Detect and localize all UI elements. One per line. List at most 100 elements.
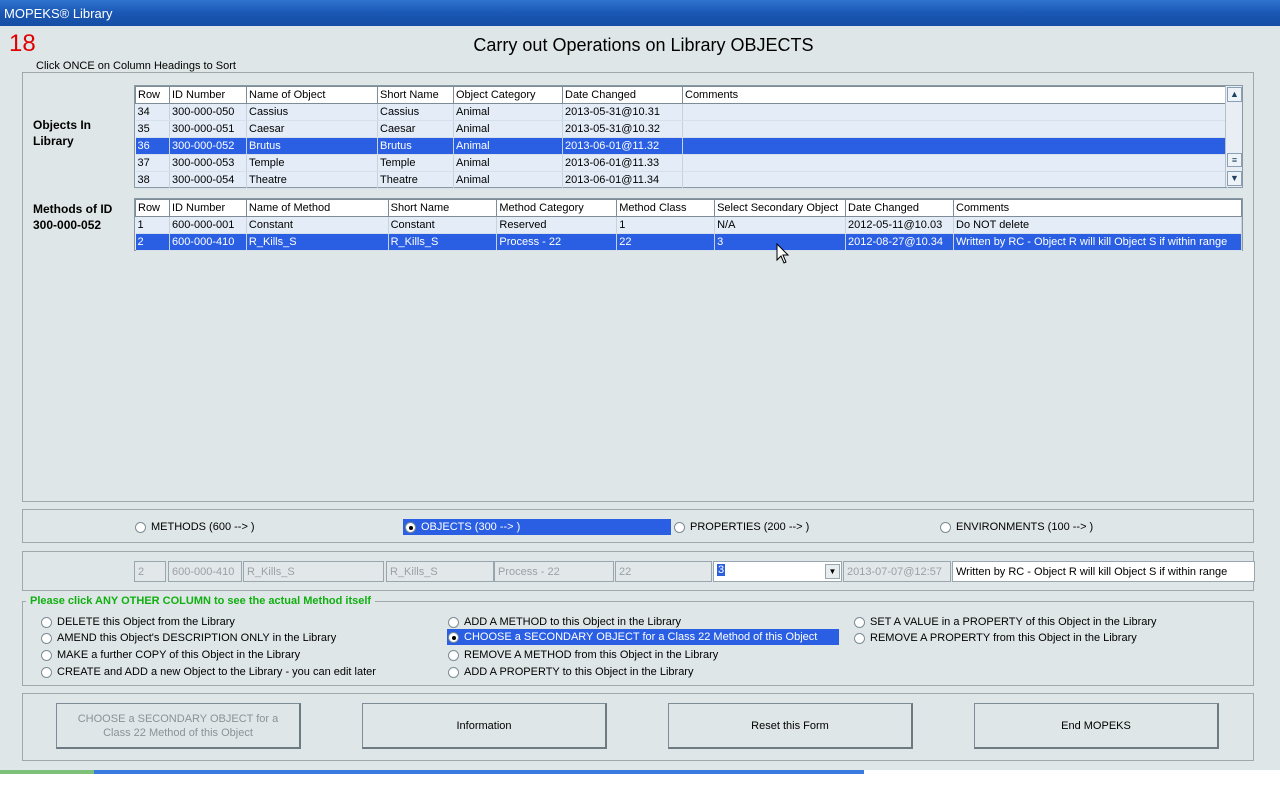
op-amend[interactable]: AMEND this Object's DESCRIPTION ONLY in … <box>41 630 336 646</box>
scroll-up-button[interactable]: ▲ <box>1227 87 1242 102</box>
objects-cell[interactable]: 2013-06-01@11.33 <box>562 154 683 172</box>
scroll-down-button[interactable]: ▼ <box>1227 171 1242 186</box>
methods-cell[interactable]: 22 <box>616 233 716 251</box>
objects-scrollbar[interactable]: ▲ ≡ ▼ <box>1225 86 1242 187</box>
methods-cell[interactable]: Reserved <box>496 216 618 234</box>
objects-cell[interactable]: 300-000-053 <box>169 154 247 172</box>
op-create[interactable]: CREATE and ADD a new Object to the Libra… <box>41 664 376 680</box>
field-date[interactable]: 2013-07-07@12:57 <box>843 561 951 582</box>
objects-cell[interactable]: 2013-06-01@11.32 <box>562 137 683 155</box>
secondary-object-select[interactable]: 3 ▼ <box>713 561 842 582</box>
field-name[interactable]: R_Kills_S <box>243 561 384 582</box>
objects-cell[interactable]: Animal <box>453 103 563 121</box>
radio-environments[interactable] <box>940 521 951 533</box>
radio-choose-secondary[interactable] <box>448 631 459 643</box>
methods-column-header[interactable]: ID Number <box>168 199 247 217</box>
objects-cell[interactable]: 36 <box>135 137 170 155</box>
radio-remove-property[interactable] <box>854 632 865 644</box>
field-row[interactable]: 2 <box>134 561 166 582</box>
objects-cell[interactable]: Theatre <box>377 171 454 189</box>
objects-cell[interactable]: 2013-05-31@10.31 <box>562 103 683 121</box>
op-delete[interactable]: DELETE this Object from the Library <box>41 614 235 630</box>
methods-cell[interactable]: Constant <box>388 216 498 234</box>
objects-cell[interactable]: Animal <box>453 137 563 155</box>
radio-remove-method[interactable] <box>448 649 459 661</box>
op-set-value[interactable]: SET A VALUE in a PROPERTY of this Object… <box>854 614 1157 630</box>
field-category[interactable]: Process - 22 <box>494 561 614 582</box>
radio-properties[interactable] <box>674 521 685 533</box>
methods-column-header[interactable]: Comments <box>953 199 1242 217</box>
methods-cell[interactable]: N/A <box>714 216 847 234</box>
op-choose-secondary[interactable]: CHOOSE a SECONDARY OBJECT for a Class 22… <box>447 629 839 645</box>
objects-cell[interactable]: Caesar <box>246 120 378 138</box>
objects-cell[interactable] <box>682 103 1228 121</box>
objects-cell[interactable] <box>682 171 1228 189</box>
objects-cell[interactable] <box>682 137 1228 155</box>
objects-column-header[interactable]: Short Name <box>377 86 454 104</box>
field-class[interactable]: 22 <box>615 561 712 582</box>
objects-row[interactable]: 38 300-000-054 Theatre Theatre Animal 2013-06… <box>135 171 1228 189</box>
radio-delete[interactable] <box>41 616 52 628</box>
radio-objects[interactable] <box>405 521 416 533</box>
methods-cell[interactable]: Process - 22 <box>496 233 618 251</box>
objects-cell[interactable]: 34 <box>135 103 170 121</box>
objects-row[interactable]: 36 300-000-052 Brutus Brutus Animal 2013-06-0… <box>135 137 1228 155</box>
objects-column-header[interactable]: ID Number <box>169 86 247 104</box>
objects-grid[interactable]: Row ID Number Name of Object Short Name Obje… <box>134 85 1243 189</box>
radio-add-property[interactable] <box>448 666 459 678</box>
op-remove-method[interactable]: REMOVE A METHOD from this Object in the … <box>448 647 718 663</box>
objects-column-header[interactable]: Comments <box>682 86 1228 104</box>
methods-table[interactable]: Row ID Number Name of Method Short Name Meth… <box>135 199 1242 251</box>
methods-row[interactable]: 2 600-000-410 R_Kills_S R_Kills_S Process - … <box>135 233 1242 251</box>
objects-cell[interactable]: 300-000-050 <box>169 103 247 121</box>
objects-cell[interactable]: Cassius <box>377 103 454 121</box>
option-methods[interactable]: METHODS (600 --> ) <box>135 519 255 535</box>
objects-cell[interactable]: 300-000-051 <box>169 120 247 138</box>
methods-cell[interactable]: Do NOT delete <box>953 216 1242 234</box>
field-short-name[interactable]: R_Kills_S <box>386 561 494 582</box>
methods-cell[interactable]: R_Kills_S <box>246 233 389 251</box>
objects-cell[interactable]: 2013-05-31@10.32 <box>562 120 683 138</box>
objects-cell[interactable]: 37 <box>135 154 170 172</box>
chevron-down-icon[interactable]: ▼ <box>825 564 840 579</box>
op-add-method[interactable]: ADD A METHOD to this Object in the Libra… <box>448 614 681 630</box>
methods-row[interactable]: 1 600-000-001 Constant Constant Reserved 1 N/A… <box>135 216 1242 234</box>
op-remove-property[interactable]: REMOVE A PROPERTY from this Object in th… <box>854 630 1137 646</box>
objects-column-header[interactable]: Date Changed <box>562 86 683 104</box>
op-add-property[interactable]: ADD A PROPERTY to this Object in the Lib… <box>448 664 693 680</box>
methods-cell[interactable]: 2012-08-27@10.34 <box>845 233 954 251</box>
objects-row[interactable]: 34 300-000-050 Cassius Cassius Animal 2013-05… <box>135 103 1228 121</box>
methods-cell[interactable]: Constant <box>246 216 389 234</box>
methods-cell[interactable]: Written by RC - Object R will kill Objec… <box>953 233 1242 251</box>
objects-cell[interactable]: Theatre <box>246 171 378 189</box>
methods-cell[interactable]: 600-000-001 <box>169 216 247 234</box>
objects-cell[interactable]: Animal <box>453 171 563 189</box>
objects-cell[interactable] <box>682 154 1228 172</box>
choose-secondary-button[interactable]: CHOOSE a SECONDARY OBJECT for a Class 22 … <box>56 703 301 749</box>
methods-column-header[interactable]: Row <box>135 199 170 217</box>
radio-create[interactable] <box>41 666 52 678</box>
methods-grid[interactable]: Row ID Number Name of Method Short Name Meth… <box>134 198 1243 251</box>
methods-column-header[interactable]: Method Class <box>616 199 716 217</box>
objects-cell[interactable]: Brutus <box>246 137 378 155</box>
methods-cell[interactable]: 2012-05-11@10.03 <box>845 216 954 234</box>
objects-column-header[interactable]: Row <box>135 86 170 104</box>
methods-cell[interactable]: R_Kills_S <box>388 233 498 251</box>
objects-cell[interactable]: 35 <box>135 120 170 138</box>
methods-column-header[interactable]: Name of Method <box>245 199 389 217</box>
scroll-thumb[interactable]: ≡ <box>1227 153 1242 167</box>
field-comments[interactable]: Written by RC - Object R will kill Objec… <box>952 561 1255 582</box>
methods-cell[interactable]: 1 <box>616 216 716 234</box>
radio-amend[interactable] <box>41 632 52 644</box>
information-button[interactable]: Information <box>362 703 607 749</box>
methods-cell[interactable]: 600-000-410 <box>169 233 247 251</box>
end-mopeks-button[interactable]: End MOPEKS <box>974 703 1219 749</box>
radio-set-value[interactable] <box>854 616 865 628</box>
objects-cell[interactable]: 300-000-052 <box>169 137 247 155</box>
objects-cell[interactable] <box>682 120 1228 138</box>
option-properties[interactable]: PROPERTIES (200 --> ) <box>674 519 809 535</box>
field-id[interactable]: 600-000-410 <box>168 561 242 582</box>
methods-column-header[interactable]: Short Name <box>387 199 498 217</box>
objects-cell[interactable]: 2013-06-01@11.34 <box>562 171 683 189</box>
objects-cell[interactable]: Temple <box>246 154 378 172</box>
